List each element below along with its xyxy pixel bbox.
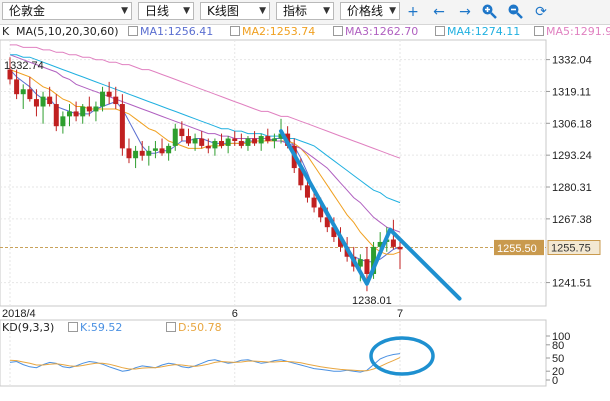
price-tick-label: 1267.38 <box>552 214 592 226</box>
candle-body <box>159 148 165 154</box>
x-axis-label: 2018/4 <box>2 308 36 320</box>
candle-body <box>33 99 39 107</box>
candle-body <box>119 104 125 149</box>
last-price-label: 1255.75 <box>551 243 591 255</box>
candle-body <box>219 140 225 146</box>
candle-body <box>133 150 139 159</box>
kd-tick-label: 50 <box>552 353 564 365</box>
candle-body <box>192 138 198 144</box>
candle-body <box>212 140 218 149</box>
drawn-circle-annotation <box>369 336 435 376</box>
candle-body <box>126 148 132 159</box>
candle-body <box>238 140 244 146</box>
kd-line-d <box>9 357 401 372</box>
candle-body <box>304 185 310 198</box>
candle-body <box>166 145 172 154</box>
candle-body <box>397 246 403 250</box>
candle-body <box>271 138 277 141</box>
candle-body <box>66 111 72 117</box>
candle-body <box>265 136 271 141</box>
candle-body <box>93 106 99 112</box>
candle-body <box>106 91 112 97</box>
kd-tick-label: 80 <box>552 340 564 352</box>
ma-line-ma3 <box>9 54 401 233</box>
x-axis-label: 6 <box>232 308 238 320</box>
candle-body <box>60 116 66 127</box>
price-tick-label: 1306.18 <box>552 118 592 130</box>
candle-body <box>146 150 152 156</box>
candle-body <box>205 145 211 149</box>
candle-body <box>232 138 238 141</box>
candle-body <box>139 150 145 156</box>
candle-body <box>14 79 20 95</box>
candle-body <box>185 136 191 144</box>
candle-body <box>80 106 86 117</box>
price-tick-label: 1280.31 <box>552 182 592 194</box>
candle-body <box>47 96 53 105</box>
candle-body <box>172 128 178 146</box>
candle-body <box>390 239 396 247</box>
candle-body <box>27 89 33 100</box>
candle-body <box>20 89 26 95</box>
candle-body <box>86 106 92 112</box>
candle-body <box>100 91 106 107</box>
candle-body <box>53 104 59 127</box>
price-tick-label: 1319.11 <box>552 86 591 98</box>
low-annotation: 1238.01 <box>352 295 392 307</box>
kd-plot-frame <box>0 319 547 387</box>
candle-body <box>199 138 205 146</box>
kd-tick-label: 0 <box>552 375 558 387</box>
candle-body <box>311 197 317 208</box>
candle-body <box>40 96 46 107</box>
ma-line-ma2 <box>9 69 401 255</box>
price-tick-label: 1332.04 <box>552 55 592 67</box>
price-plot-frame <box>0 39 547 307</box>
candle-body <box>73 111 79 117</box>
ma-line-ma4 <box>10 54 401 204</box>
candle-body <box>318 207 324 218</box>
price-mark-1255-50: 1255.50 <box>497 243 537 255</box>
candle-body <box>113 96 119 105</box>
candle-body <box>225 138 231 146</box>
candle-body <box>258 136 264 144</box>
ma-line-ma1 <box>9 69 401 263</box>
candle-body <box>364 259 370 274</box>
x-axis-label: 7 <box>397 308 403 320</box>
candlestick-chart[interactable]: 1332.04 1319.11 1306.18 1293.24 1280.31 1267.… <box>0 0 610 401</box>
candle-body <box>245 138 251 146</box>
candle-body <box>252 138 258 144</box>
candle-body <box>179 128 185 137</box>
candle-body <box>152 148 158 151</box>
price-tick-label: 1293.24 <box>552 150 592 162</box>
high-annotation: 1332.74 <box>4 60 44 72</box>
price-tick-label: 1241.51 <box>552 278 592 290</box>
